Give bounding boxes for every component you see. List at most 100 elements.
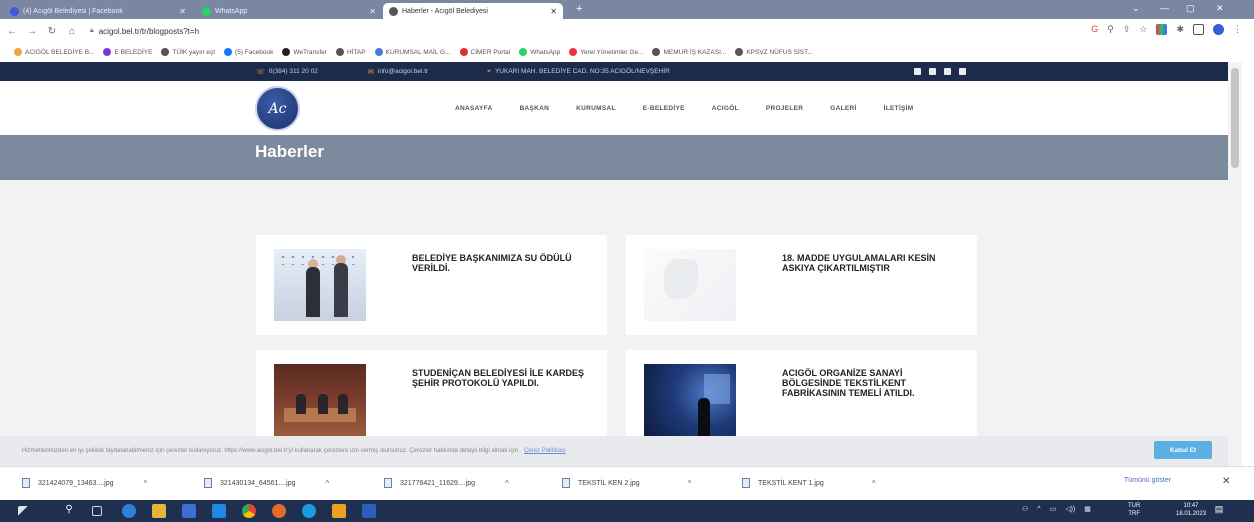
news-thumbnail[interactable] [644,249,736,321]
app-icon[interactable] [302,504,316,518]
facebook-icon[interactable] [914,68,921,75]
nav-anasayfa[interactable]: ANASAYFA [455,105,493,112]
file-explorer-icon[interactable] [152,504,166,518]
news-thumbnail[interactable] [274,249,366,321]
bookmark-item[interactable]: CİMER Portal [459,48,510,56]
close-tab-icon[interactable]: ✕ [369,7,376,16]
cookie-accept-button[interactable]: Kabul Et [1154,441,1212,459]
tab-whatsapp[interactable]: WhatsApp ✕ [196,3,382,19]
app-icon[interactable] [332,504,346,518]
image-file-icon [22,478,30,488]
news-card[interactable]: ACIGÖL ORGANİZE SANAYİ BÖLGESİNDE TEKSTİ… [626,350,977,436]
instagram-icon[interactable] [959,68,966,75]
news-thumbnail[interactable] [644,364,736,436]
google-icon[interactable]: G [1091,24,1098,35]
download-item[interactable]: 321424079_13463....jpg ^ [22,478,147,488]
url-field[interactable]: 🔒︎ acigol.bel.tr/tr/blogposts?t=h [90,27,199,36]
tab-facebook[interactable]: (4) Acıgöl Belediyesi | Facebook ✕ [4,3,192,19]
nav-baskan[interactable]: BAŞKAN [520,105,550,112]
bookmark-item[interactable]: HİTAP [335,48,366,56]
keyboard-icon[interactable]: ▦ [1084,505,1091,513]
reload-icon[interactable]: ↻ [44,26,60,37]
scrollbar-thumb[interactable] [1231,68,1239,168]
news-title[interactable]: ACIGÖL ORGANİZE SANAYİ BÖLGESİNDE TEKSTİ… [782,368,962,398]
chevron-up-icon[interactable]: ^ [872,479,876,488]
close-window-icon[interactable]: ✕ [1216,3,1224,14]
taskbar-clock[interactable]: 10:47 18.01.2023 [1176,502,1206,518]
bookmark-item[interactable]: WeTransfer [282,48,327,56]
contact-phone[interactable]: ☏ 0(384) 311 20 02 [256,68,318,76]
news-title[interactable]: STUDENİÇAN BELEDİYESİ İLE KARDEŞ ŞEHİR P… [412,368,592,388]
download-item[interactable]: TEKSTİL KEN 2.jpg ^ [562,478,691,488]
windows-start-icon[interactable] [18,506,29,517]
new-tab-icon[interactable]: + [576,3,582,15]
edge-icon[interactable] [122,504,136,518]
firefox-icon[interactable] [272,504,286,518]
task-view-icon[interactable] [92,506,102,516]
news-thumbnail[interactable] [274,364,366,436]
share-icon[interactable]: ⇪ [1123,24,1131,35]
profile-avatar-icon[interactable] [1213,24,1224,35]
chevron-up-icon[interactable]: ^ [1037,506,1040,513]
download-item[interactable]: 321776421_11629....jpg ^ [384,478,509,488]
tab-haberler-active[interactable]: Haberler - Acıgöl Belediyesi ✕ [383,3,563,19]
close-tab-icon[interactable]: ✕ [550,7,557,16]
zoom-icon[interactable]: ⚲ [1107,24,1114,35]
bookmark-item[interactable]: ACIGÖL BELEDİYE B... [14,48,94,56]
volume-icon[interactable]: ◁)) [1065,505,1075,513]
chevron-up-icon[interactable]: ^ [144,479,148,488]
chevron-up-icon[interactable]: ^ [326,479,330,488]
people-icon[interactable]: ⚇ [1022,505,1028,513]
twitter-icon[interactable] [929,68,936,75]
close-downloads-icon[interactable]: ✕ [1222,476,1230,487]
bookmark-item[interactable]: E BELEDİYE [103,48,152,56]
news-title[interactable]: BELEDİYE BAŞKANIMIZA SU ÖDÜLÜ VERİLDİ. [412,253,592,273]
download-item[interactable]: TEKSTİL KENT 1.jpg ^ [742,478,876,488]
notifications-icon[interactable]: ▤ [1212,504,1226,518]
news-card[interactable]: 18. MADDE UYGULAMALARI KESİN ASKIYA ÇIKA… [626,235,977,335]
app-icon[interactable] [182,504,196,518]
news-card[interactable]: STUDENİÇAN BELEDİYESİ İLE KARDEŞ ŞEHİR P… [256,350,607,436]
nav-projeler[interactable]: PROJELER [766,105,803,112]
maximize-icon[interactable]: ▢ [1186,3,1195,14]
forward-icon[interactable]: → [24,26,40,37]
download-item[interactable]: 321430134_64561....jpg ^ [204,478,329,488]
puzzle-icon[interactable]: ✱ [1176,24,1184,35]
sidebar-icon[interactable] [1193,24,1204,35]
nav-iletisim[interactable]: İLETİŞİM [884,105,914,112]
search-icon[interactable]: ⚲ [62,504,76,518]
network-icon[interactable]: ▭ [1050,505,1057,513]
bookmark-item[interactable]: MEMUR İŞ KAZASI... [652,48,726,56]
news-card[interactable]: BELEDİYE BAŞKANIMIZA SU ÖDÜLÜ VERİLDİ. [256,235,607,335]
nav-acigol[interactable]: ACIGÖL [712,105,739,112]
input-language[interactable]: TUR TRF [1128,502,1140,518]
menu-kebab-icon[interactable]: ⋮ [1233,24,1242,35]
chevron-down-icon[interactable]: ⌄ [1132,3,1140,14]
nav-kurumsal[interactable]: KURUMSAL [576,105,616,112]
bookmark-item[interactable]: TÜİK yayın eşt [161,48,215,56]
bookmark-item[interactable]: WhatsApp [519,48,560,56]
show-all-downloads-button[interactable]: Tümünü göster [1124,477,1171,484]
news-title[interactable]: 18. MADDE UYGULAMALARI KESİN ASKIYA ÇIKA… [782,253,962,273]
cookie-policy-link[interactable]: Çerez Politikası [524,448,566,454]
nav-e-belediye[interactable]: E-BELEDİYE [643,105,685,112]
contact-email[interactable]: ✉ info@acigol.bel.tr [368,68,428,76]
chevron-up-icon[interactable]: ^ [688,479,692,488]
minimize-icon[interactable]: — [1160,3,1169,13]
nav-galeri[interactable]: GALERİ [830,105,856,112]
teamviewer-icon[interactable] [212,504,226,518]
word-icon[interactable] [362,504,376,518]
chrome-icon[interactable] [242,504,256,518]
close-tab-icon[interactable]: ✕ [179,7,186,16]
chevron-up-icon[interactable]: ^ [505,479,509,488]
extension-icon[interactable] [1156,24,1168,35]
bookmark-item[interactable]: KPSVZ NÜFUS SİST... [735,48,813,56]
youtube-icon[interactable] [944,68,951,75]
bookmark-item[interactable]: KURUMSAL MAİL G... [374,48,451,56]
star-icon[interactable]: ☆ [1139,24,1147,35]
bookmark-item[interactable]: Yerel Yönetimler Ge... [569,48,643,56]
bookmark-item[interactable]: (5) Facebook [224,48,273,56]
municipality-logo[interactable]: Ac [255,86,300,131]
back-icon[interactable]: ← [4,26,20,37]
home-icon[interactable]: ⌂ [64,26,80,37]
